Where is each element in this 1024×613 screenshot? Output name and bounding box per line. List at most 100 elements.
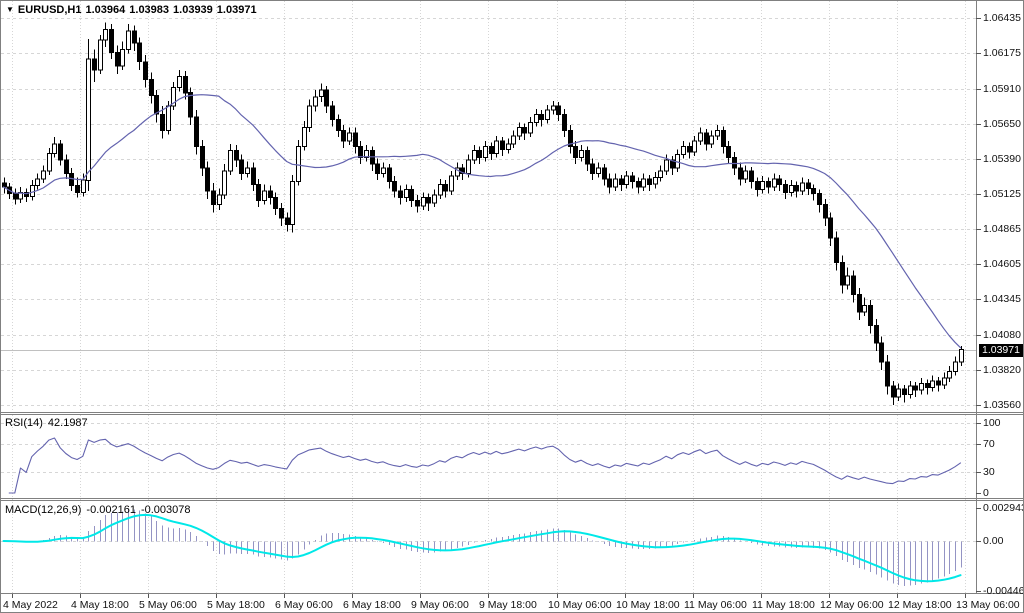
candle-bullish (625, 176, 629, 184)
candle-bullish (308, 106, 312, 128)
candle-bullish (82, 180, 86, 192)
time-axis-label: 5 May 06:00 (139, 599, 197, 611)
candle-bearish (342, 130, 346, 141)
candle-bearish (637, 182, 641, 187)
candle-bearish (750, 171, 754, 182)
time-axis-label: 4 May 2022 (3, 599, 58, 611)
macd-axis-label: -0.004463 (983, 585, 1024, 597)
candle-bearish (337, 120, 341, 131)
candle-bullish (218, 195, 222, 204)
candle-bullish (473, 151, 477, 160)
candle-bearish (501, 141, 505, 149)
candle-bearish (3, 183, 7, 187)
current-price-tag: 1.03971 (979, 344, 1024, 357)
chevron-down-icon[interactable]: ▼ (6, 5, 14, 14)
candle-bullish (716, 130, 720, 135)
candle-bullish (614, 179, 618, 187)
chart-canvas[interactable] (1, 1, 1024, 613)
candle-bearish (240, 160, 244, 174)
candle-bullish (535, 114, 539, 122)
candle-bullish (223, 171, 227, 195)
price-axis-label: 1.05910 (983, 83, 1024, 95)
candle-bearish (829, 218, 833, 238)
candle-bearish (399, 191, 403, 198)
candle-bearish (914, 386, 918, 390)
candle-bullish (467, 160, 471, 174)
price-axis-label: 1.06175 (983, 47, 1024, 59)
candle-bullish (314, 97, 318, 106)
candle-bullish (773, 179, 777, 187)
candle-bullish (897, 389, 901, 397)
candle-bullish (552, 106, 556, 110)
candle-bullish (693, 141, 697, 152)
time-axis-label: 5 May 18:00 (207, 599, 265, 611)
candle-bullish (518, 128, 522, 136)
candle-bearish (393, 182, 397, 191)
candle-bearish (138, 43, 142, 62)
candle-bullish (246, 168, 250, 173)
candle-bullish (178, 77, 182, 88)
candle-bullish (642, 179, 646, 187)
candle-bearish (869, 305, 873, 325)
candle-bullish (127, 31, 131, 50)
candle-bullish (263, 191, 267, 200)
candle-bullish (682, 147, 686, 155)
candle-bullish (960, 350, 964, 362)
candle-bullish (801, 183, 805, 191)
candle-bullish (121, 50, 125, 66)
candle-bearish (155, 95, 159, 114)
time-axis-label: 12 May 18:00 (888, 599, 952, 611)
price-axis-label: 1.04605 (983, 258, 1024, 270)
candle-bearish (331, 106, 335, 120)
rsi-name: RSI(14) (5, 417, 43, 429)
candle-bearish (93, 59, 97, 70)
candle-bearish (756, 182, 760, 190)
price-axis-label: 1.04345 (983, 293, 1024, 305)
candle-bearish (150, 79, 154, 95)
ohlc-high: 1.03983 (129, 4, 169, 16)
price-axis-label: 1.03560 (983, 399, 1024, 411)
candle-bullish (943, 378, 947, 385)
candle-bearish (59, 144, 63, 160)
macd-name: MACD(12,26,9) (5, 504, 81, 516)
candle-bearish (235, 151, 239, 160)
candle-bullish (229, 151, 233, 171)
candle-bullish (761, 182, 765, 190)
candle-bearish (557, 106, 561, 114)
candle-bullish (320, 90, 324, 97)
time-axis-label: 6 May 18:00 (343, 599, 401, 611)
candle-bearish (280, 209, 284, 218)
candle-bullish (104, 29, 108, 40)
candle-bearish (144, 62, 148, 80)
time-axis-label: 9 May 06:00 (411, 599, 469, 611)
price-axis-label: 1.05390 (983, 153, 1024, 165)
candle-bullish (48, 153, 52, 171)
candle-bullish (348, 133, 352, 141)
candle-bearish (201, 147, 205, 169)
macd-axis-label: 0.00 (983, 535, 1024, 547)
time-axis-label: 9 May 18:00 (479, 599, 537, 611)
candle-bullish (846, 276, 850, 285)
time-axis-label: 12 May 06:00 (820, 599, 884, 611)
trading-chart-window: ▼EURUSD,H11.039641.039831.039391.03971 R… (0, 0, 1024, 613)
candle-bearish (540, 114, 544, 119)
rsi-axis-label: 100 (983, 417, 1024, 429)
candle-bearish (784, 184, 788, 192)
candle-bearish (116, 52, 120, 66)
candle-bearish (858, 295, 862, 313)
candle-bearish (937, 381, 941, 385)
candle-bearish (195, 117, 199, 147)
candle-bearish (70, 174, 74, 186)
candle-bearish (65, 160, 69, 174)
rsi-indicator-label: RSI(14)42.1987 (5, 417, 93, 429)
candle-bearish (427, 198, 431, 203)
candle-bearish (705, 133, 709, 144)
candle-bearish (478, 151, 482, 158)
ohlc-close: 1.03971 (217, 4, 257, 16)
macd-axis-label: 0.002943 (983, 502, 1024, 514)
candle-bearish (903, 389, 907, 394)
time-axis-label: 10 May 06:00 (548, 599, 612, 611)
candle-bearish (269, 191, 273, 198)
candle-bullish (303, 128, 307, 147)
candle-bullish (920, 384, 924, 391)
